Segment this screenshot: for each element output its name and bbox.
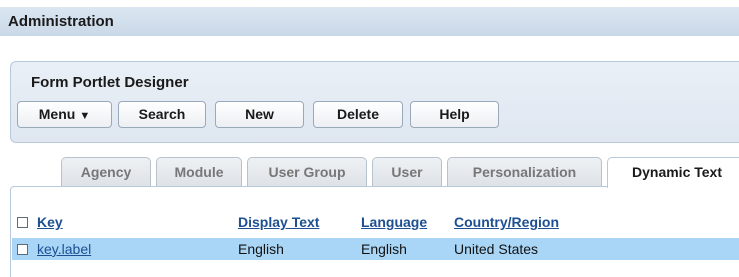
row-country-region: United States xyxy=(454,241,539,257)
table-header-row: Key Display Text Language Country/Region xyxy=(12,211,739,233)
select-all-checkbox[interactable] xyxy=(17,217,28,228)
admin-header-bar: Administration xyxy=(0,7,739,36)
tab-dynamic-text[interactable]: Dynamic Text xyxy=(607,157,739,188)
help-button-label: Help xyxy=(439,106,470,122)
tab-label: Personalization xyxy=(472,164,577,180)
new-button-label: New xyxy=(245,106,274,122)
delete-button[interactable]: Delete xyxy=(313,101,403,128)
column-header-language[interactable]: Language xyxy=(361,211,427,233)
portlet-title: Form Portlet Designer xyxy=(31,74,189,91)
search-button-label: Search xyxy=(138,106,186,122)
table-row[interactable]: key.label English English United States xyxy=(12,238,739,260)
admin-title: Administration xyxy=(8,13,114,30)
tab-personalization[interactable]: Personalization xyxy=(447,157,602,187)
form-portlet-designer-panel: Form Portlet Designer Menu ▼ Search New D… xyxy=(10,61,739,143)
search-button[interactable]: Search xyxy=(118,101,206,128)
tab-label: Dynamic Text xyxy=(632,164,722,180)
row-display-text: English xyxy=(238,241,284,257)
column-header-key[interactable]: Key xyxy=(37,211,63,233)
tab-label: User Group xyxy=(268,164,346,180)
menu-button[interactable]: Menu ▼ xyxy=(17,101,112,128)
delete-button-label: Delete xyxy=(336,106,380,122)
tab-agency[interactable]: Agency xyxy=(61,157,151,187)
tab-label: User xyxy=(391,164,423,180)
column-header-display-text[interactable]: Display Text xyxy=(238,211,319,233)
row-key-link[interactable]: key.label xyxy=(37,238,91,260)
tab-bar: Agency Module User Group User Personaliz… xyxy=(0,157,739,188)
tab-label: Agency xyxy=(80,164,132,180)
new-button[interactable]: New xyxy=(215,101,304,128)
tab-user-group[interactable]: User Group xyxy=(247,157,367,187)
row-language: English xyxy=(361,241,407,257)
chevron-down-icon: ▼ xyxy=(79,110,91,122)
tab-module[interactable]: Module xyxy=(156,157,242,187)
help-button[interactable]: Help xyxy=(410,101,499,128)
tab-label: Module xyxy=(174,164,224,180)
row-checkbox[interactable] xyxy=(17,244,28,255)
tab-user[interactable]: User xyxy=(372,157,442,187)
menu-button-label: Menu xyxy=(38,106,76,122)
column-header-country-region[interactable]: Country/Region xyxy=(454,211,559,233)
